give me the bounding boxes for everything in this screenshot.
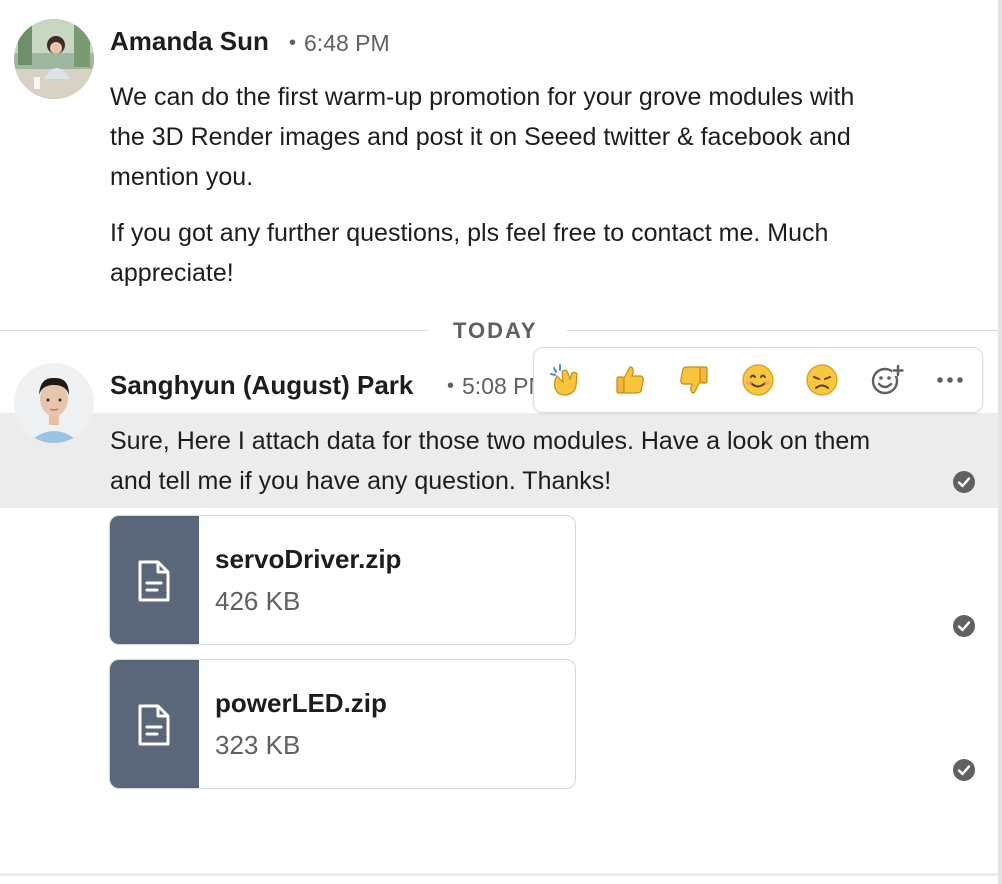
clapping-hands-icon[interactable]: [548, 362, 584, 398]
file-size: 426 KB: [215, 586, 301, 616]
message-timestamp[interactable]: • 6:48 PM: [289, 30, 390, 57]
avatar-sanghyun-park[interactable]: [14, 363, 94, 443]
check-circle-icon: [953, 471, 975, 493]
message-author[interactable]: Amanda Sun: [110, 26, 269, 57]
file-name[interactable]: servoDriver.zip: [215, 544, 401, 575]
smiling-face-icon[interactable]: [740, 362, 776, 398]
file-size: 323 KB: [215, 730, 301, 760]
message-text: We can do the first warm-up promotion fo…: [110, 83, 855, 191]
message-timestamp[interactable]: •5:08 PM: [447, 373, 533, 400]
file-attachment[interactable]: servoDriver.zip 426 KB: [109, 515, 576, 645]
file-attachment[interactable]: powerLED.zip 323 KB: [109, 659, 576, 789]
avatar-amanda-sun[interactable]: [14, 19, 94, 99]
document-icon: [138, 704, 170, 746]
more-actions-icon[interactable]: [932, 362, 968, 398]
file-type-box: [110, 660, 199, 788]
divider-line: [567, 330, 998, 331]
file-type-box: [110, 516, 199, 644]
message-actions-toolbar: [533, 347, 983, 413]
file-name[interactable]: powerLED.zip: [215, 688, 387, 719]
add-reaction-icon[interactable]: [868, 362, 904, 398]
divider-line: [0, 330, 428, 331]
message-text: Sure, Here I attach data for those two m…: [110, 427, 871, 495]
bottom-divider: [0, 873, 998, 876]
message-text: If you got any further questions, pls fe…: [110, 219, 829, 287]
message-author[interactable]: Sanghyun (August) Park: [110, 370, 413, 401]
document-icon: [138, 560, 170, 602]
thumbs-down-icon[interactable]: [676, 362, 712, 398]
date-divider-label: TODAY: [453, 318, 538, 344]
check-circle-icon: [953, 615, 975, 637]
check-circle-icon: [953, 759, 975, 781]
scrollbar-edge: [998, 0, 1002, 884]
disappointed-face-icon[interactable]: [804, 362, 840, 398]
thumbs-up-icon[interactable]: [612, 362, 648, 398]
